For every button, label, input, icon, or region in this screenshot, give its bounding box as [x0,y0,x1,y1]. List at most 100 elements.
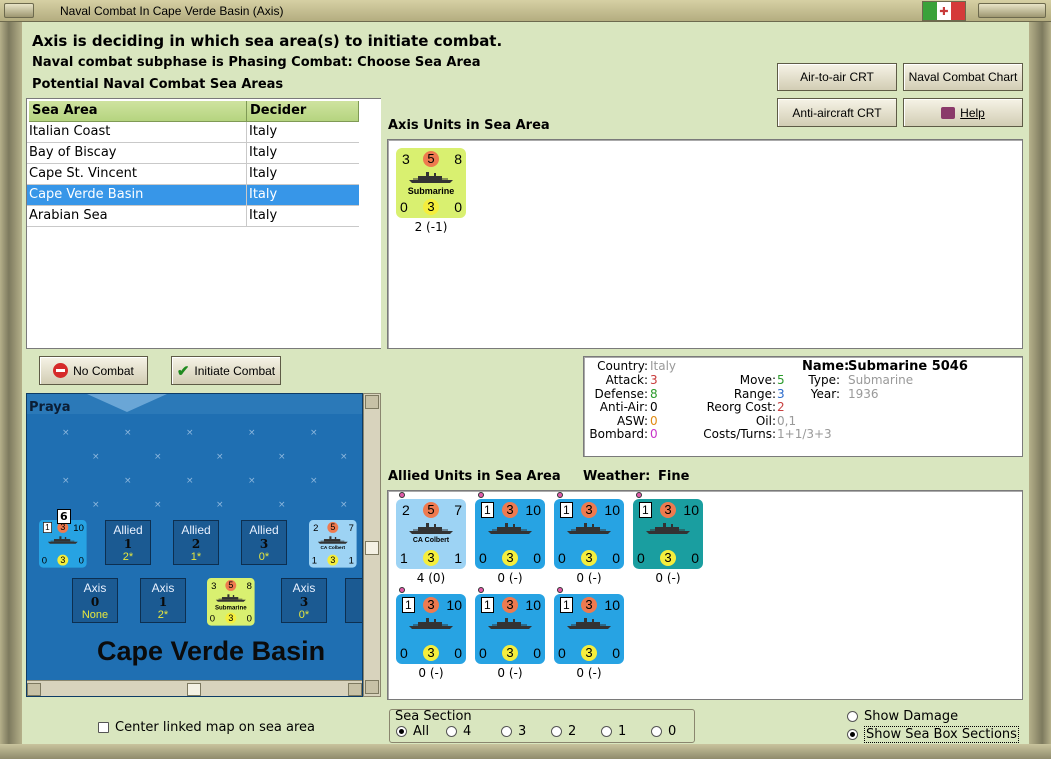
unit-counter[interactable]: 2 7 1 1 5 3 CA Colbert [309,520,357,568]
radio-icon [396,726,407,737]
unit-counter[interactable]: 3 8 0 0 5 3 Submarine [207,578,255,626]
unit-counter[interactable]: 1 10 0 0 3 3 [39,520,87,568]
axis-sea-box[interactable]: Axis 0 None [72,578,118,623]
wave-mark: × [186,476,194,486]
axis-sea-box[interactable]: A [345,578,362,623]
defense-circle: 3 [502,550,518,566]
counter-value: 7 [348,522,354,533]
axis-sea-box[interactable]: Axis 1 2* [140,578,186,623]
window-menu-icon[interactable] [4,3,34,18]
window-controls[interactable] [978,3,1046,18]
unit-counter[interactable]: 1 10 0 0 3 3 [396,594,466,664]
axis-sea-box[interactable]: Axis 3 0* [281,578,327,623]
center-map-checkbox[interactable]: Center linked map on sea area [98,720,315,735]
damage-marker-icon [557,492,563,498]
unit-counter[interactable]: 3 8 0 0 5 3 Submarine [396,148,466,218]
scroll-down-arrow[interactable] [365,680,379,694]
wave-mark: × [186,428,194,438]
counter-value: 1 [454,550,462,566]
col-header-decider[interactable]: Decider [247,101,359,122]
box-number: 1 [158,595,168,609]
counter-value: 1 [481,597,494,613]
decider-cell: Italy [249,166,278,181]
table-row[interactable]: Italian Coast Italy [27,122,359,143]
ship-icon [317,535,348,545]
reorg-value: 2 [777,400,785,414]
sea-area-table[interactable]: Sea Area Decider Italian Coast Italy Bay o… [26,98,381,349]
map-top-band [27,394,362,414]
unit-details-panel: Country: Italy Attack: 3 Defense: 8 Anti… [583,356,1023,457]
unit-counter[interactable]: 1 10 0 0 3 3 [554,499,624,569]
reorg-label: Reorg Cost: [706,400,776,414]
unit-counter[interactable]: 1 10 0 0 3 3 [475,499,545,569]
unit-counter[interactable]: 2 7 1 1 5 3 CA Colbert [396,499,466,569]
wave-mark: × [248,476,256,486]
stack-count: 6 [57,509,71,524]
counter-value: 1 [639,502,652,518]
sea-section-radio[interactable]: 3 [501,724,526,739]
unit-status: 0 (-) [655,571,681,585]
name-label: Name: [802,359,850,374]
sea-section-option: 2 [568,724,577,739]
sea-area-cell: Cape Verde Basin [29,187,144,202]
allied-sea-box[interactable]: Allied 1 2* [105,520,151,565]
country-label: Country: [597,359,648,373]
air-to-air-crt-button[interactable]: Air-to-air CRT [777,63,897,91]
counter-value: 1 [43,522,52,533]
col-header-sea-area[interactable]: Sea Area [29,101,247,122]
table-scrollbar[interactable] [360,99,381,348]
unit-counter[interactable]: 1 10 0 0 3 3 [633,499,703,569]
sea-section-radio[interactable]: All [396,724,429,739]
unit-status: 4 (0) [416,571,446,585]
box-side: A [346,581,362,595]
counter-value: 10 [683,502,699,518]
naval-combat-chart-button[interactable]: Naval Combat Chart [903,63,1023,91]
cell-divider [246,143,247,164]
window-frame-left [0,22,22,744]
unit-status: 0 (-) [576,666,602,680]
defense-value: 8 [650,387,658,401]
scroll-right-arrow[interactable] [348,683,362,696]
map-hscroll[interactable] [27,680,362,696]
box-value: 1* [190,551,202,563]
asw-value: 0 [650,414,658,428]
box-number: 0 [90,595,100,609]
show-sea-box-radio[interactable]: Show Sea Box Sections [847,726,1019,743]
map-hscroll-thumb[interactable] [187,683,201,696]
subphase-label: Naval combat subphase is Phasing Combat:… [32,55,481,70]
attack-circle: 5 [423,502,439,518]
sea-section-radio[interactable]: 4 [446,724,471,739]
unit-counter[interactable]: 1 10 0 0 3 3 [554,594,624,664]
sea-section-radio[interactable]: 2 [551,724,576,739]
show-damage-radio[interactable]: Show Damage [847,709,958,724]
unit-counter[interactable]: 1 10 0 0 3 3 [475,594,545,664]
anti-aircraft-crt-button[interactable]: Anti-aircraft CRT [777,98,897,127]
table-row[interactable]: Cape Verde Basin Italy [27,185,359,206]
table-row[interactable]: Cape St. Vincent Italy [27,164,359,185]
attack-circle: 3 [660,502,676,518]
wave-mark: × [310,428,318,438]
sea-section-option: 4 [463,724,472,739]
box-number: 3 [299,595,309,609]
counter-value: 3 [211,580,217,591]
table-row[interactable]: Bay of Biscay Italy [27,143,359,164]
sea-section-radio[interactable]: 0 [651,724,676,739]
sea-section-radio[interactable]: 1 [601,724,626,739]
help-button[interactable]: Help [903,98,1023,127]
sea-area-map[interactable]: Praya ×××××××××××××××××××××××××11000336A… [26,393,363,697]
allied-sea-box[interactable]: Allied 2 1* [173,520,219,565]
no-combat-button[interactable]: No Combat [39,356,148,385]
scroll-up-arrow[interactable] [365,395,379,409]
scroll-left-arrow[interactable] [27,683,41,696]
table-row[interactable]: Arabian Sea Italy [27,206,359,227]
defense-circle: 3 [225,612,237,624]
counter-value: 10 [73,522,84,533]
map-vscroll[interactable] [363,393,381,697]
wave-mark: × [278,500,286,510]
allied-sea-box[interactable]: Allied 3 0* [241,520,287,565]
counter-value: 0 [558,645,566,661]
map-vscroll-thumb[interactable] [365,541,379,555]
initiate-combat-button[interactable]: ✔ Initiate Combat [171,356,281,385]
damage-marker-icon [399,587,405,593]
box-value: 0* [298,609,310,621]
